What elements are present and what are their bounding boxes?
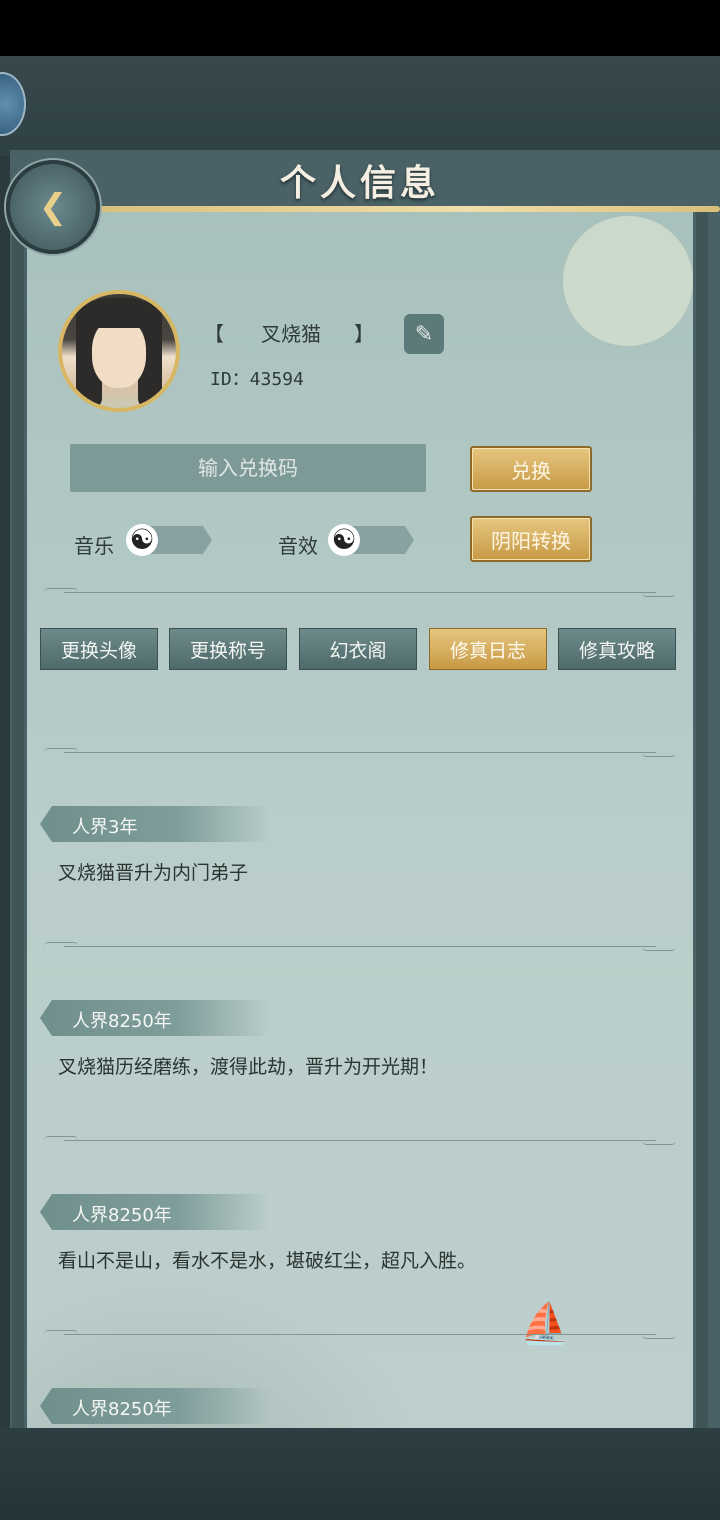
- sfx-label: 音效: [278, 534, 318, 558]
- name-row: 【 叉烧猫 】: [204, 318, 404, 350]
- tab-wardrobe[interactable]: 幻衣阁: [299, 628, 417, 670]
- top-band: [0, 56, 720, 156]
- moon-decoration: [563, 216, 693, 346]
- divider: [44, 746, 676, 758]
- log-text: 叉烧猫晋升为内门弟子: [58, 862, 249, 884]
- log-time: 人界8250年: [72, 1205, 172, 1226]
- redeem-button[interactable]: 兑换: [470, 446, 592, 492]
- log-entry-header: 人界3年: [40, 806, 270, 842]
- log-time: 人界3年: [72, 817, 138, 838]
- bottom-band: [0, 1428, 720, 1520]
- panel-edge-right: [696, 212, 708, 1428]
- divider: [44, 1328, 676, 1340]
- panel-edge-left: [12, 212, 24, 1428]
- yinyang-icon: ☯: [328, 524, 360, 556]
- music-label: 音乐: [74, 534, 114, 558]
- back-button[interactable]: ❮: [6, 160, 100, 254]
- divider: [44, 586, 676, 598]
- brush-icon: ✎: [414, 321, 434, 347]
- edit-name-button[interactable]: ✎: [404, 314, 444, 354]
- avatar[interactable]: [58, 290, 180, 412]
- bracket-right: 】: [354, 322, 374, 346]
- sfx-toggle[interactable]: ☯: [328, 524, 414, 556]
- player-name: 叉烧猫: [261, 322, 321, 346]
- log-time: 人界8250年: [72, 1011, 172, 1032]
- tab-change-title[interactable]: 更换称号: [169, 628, 287, 670]
- player-id: ID：43594: [210, 369, 304, 390]
- yinyang-switch-button[interactable]: 阴阳转换: [470, 516, 592, 562]
- log-entry-header: 人界8250年: [40, 1194, 270, 1230]
- log-text: 叉烧猫历经磨练，渡得此劫，晋升为开光期！: [58, 1056, 439, 1078]
- page-title: 个人信息: [279, 162, 440, 204]
- log-text: 看山不是山，看水不是水，堪破红尘，超凡入胜。: [58, 1250, 477, 1272]
- status-bar: [0, 0, 720, 56]
- divider: [44, 940, 676, 952]
- tab-change-avatar[interactable]: 更换头像: [40, 628, 158, 670]
- tab-cultivation-log[interactable]: 修真日志: [429, 628, 547, 670]
- back-arrow-icon: ❮: [38, 187, 68, 227]
- music-toggle[interactable]: ☯: [126, 524, 212, 556]
- log-entry-header: 人界8250年: [40, 1000, 270, 1036]
- redeem-code-input[interactable]: [70, 444, 426, 492]
- bracket-left: 【: [204, 322, 224, 346]
- divider: [44, 1134, 676, 1146]
- yinyang-icon: ☯: [126, 524, 158, 556]
- header-ornament: [90, 206, 720, 212]
- log-entry-header: 人界8250年: [40, 1388, 270, 1424]
- tab-cultivation-guide[interactable]: 修真攻略: [558, 628, 676, 670]
- log-time: 人界8250年: [72, 1399, 172, 1420]
